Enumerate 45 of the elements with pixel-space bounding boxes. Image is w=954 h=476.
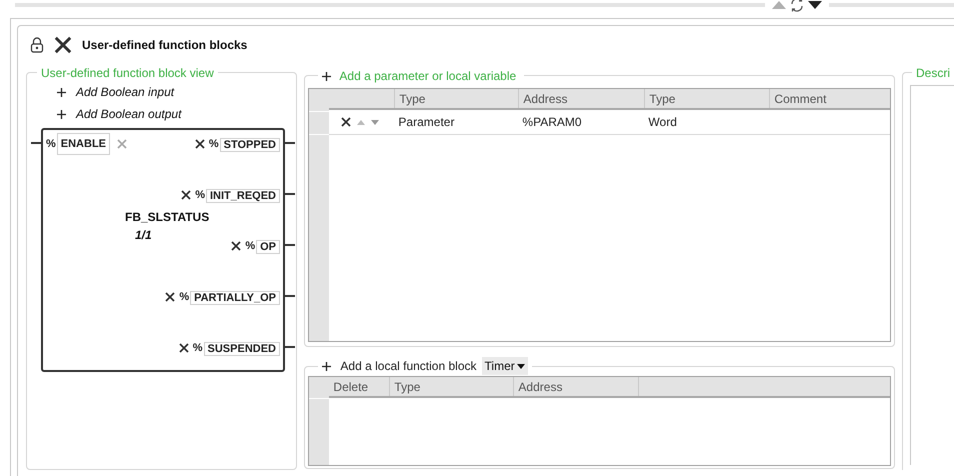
plus-icon[interactable] xyxy=(322,72,332,80)
remove-icon[interactable] xyxy=(54,36,72,54)
move-down-icon[interactable] xyxy=(371,120,380,124)
percent-sign: % xyxy=(46,136,56,152)
port-name[interactable]: ENABLE xyxy=(56,133,110,155)
column-header[interactable]: Type xyxy=(394,378,420,396)
remove-icon[interactable] xyxy=(181,190,192,200)
block-name: FB_SLSTATUS xyxy=(125,209,210,226)
type-dropdown[interactable]: Timer xyxy=(482,357,528,375)
column-header[interactable]: Address xyxy=(518,378,562,396)
remove-icon[interactable] xyxy=(341,117,352,127)
add-port-link[interactable]: Add Boolean output xyxy=(57,105,296,123)
panel-title: User-defined function blocks xyxy=(82,37,248,54)
port-name[interactable]: INIT_REQED xyxy=(206,189,280,203)
plus-icon[interactable] xyxy=(57,110,66,118)
percent-sign: % xyxy=(195,188,205,203)
percent-sign: % xyxy=(208,136,219,152)
remove-icon[interactable] xyxy=(194,139,205,149)
table-cell-text: Word xyxy=(647,114,678,131)
plus-icon[interactable] xyxy=(57,88,66,96)
padlock-icon[interactable] xyxy=(30,37,44,53)
port-name[interactable]: OP xyxy=(256,240,280,254)
expand-down-icon[interactable] xyxy=(808,1,822,9)
refresh-icon[interactable] xyxy=(789,0,805,12)
plus-icon[interactable] xyxy=(322,362,332,370)
percent-sign: % xyxy=(245,238,256,254)
percent-sign: % xyxy=(192,340,203,356)
column-header[interactable]: Delete xyxy=(333,378,368,396)
port-name[interactable]: SUSPENDED xyxy=(204,342,280,356)
remove-icon[interactable] xyxy=(165,292,176,302)
table-cell-text: Parameter xyxy=(397,114,456,131)
column-header[interactable]: Type xyxy=(399,90,426,108)
caret-icon xyxy=(516,364,525,368)
remove-icon[interactable] xyxy=(231,241,242,251)
percent-sign: % xyxy=(179,290,190,305)
column-header[interactable]: Type xyxy=(649,90,676,108)
column-header[interactable]: Address xyxy=(523,90,568,108)
add-port-link[interactable]: Add Boolean input xyxy=(57,83,296,101)
column-header[interactable]: Comment xyxy=(774,90,826,108)
description-field[interactable] xyxy=(910,85,954,465)
port-name[interactable]: STOPPED xyxy=(220,138,280,152)
block-instance: 1/1 xyxy=(135,227,152,244)
remove-icon[interactable] xyxy=(178,343,189,353)
table-cell-text: %PARAM0 xyxy=(521,114,583,131)
port-name[interactable]: PARTIALLY_OP xyxy=(190,291,280,305)
